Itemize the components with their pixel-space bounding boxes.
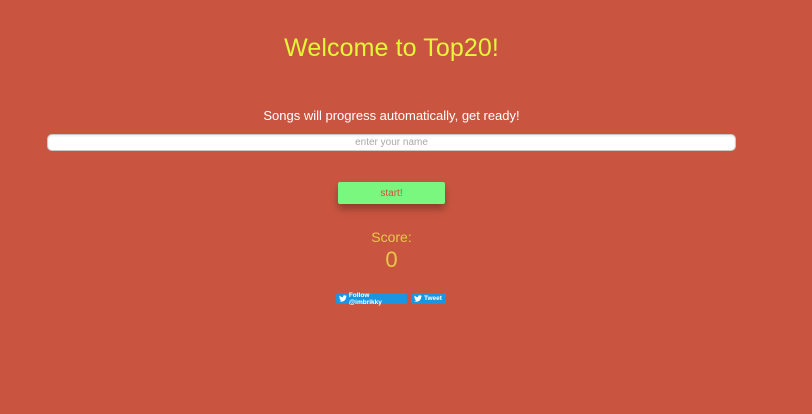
score-value: 0 — [385, 247, 398, 272]
follow-label: Follow @imbrikky — [348, 291, 382, 306]
tweet-label: Tweet — [424, 295, 442, 302]
instructions-text: Songs will progress automatically, get r… — [263, 108, 520, 123]
name-input[interactable] — [47, 134, 736, 151]
score-label: Score: — [371, 229, 412, 245]
twitter-bird-icon — [414, 295, 422, 302]
twitter-follow-button[interactable]: Follow @imbrikky — [336, 291, 407, 306]
tweet-button[interactable]: Tweet — [411, 293, 446, 304]
page-title: Welcome to Top20! — [284, 34, 499, 62]
start-button[interactable]: start! — [338, 182, 445, 204]
twitter-bird-icon — [339, 295, 347, 302]
social-buttons: Follow @imbrikky Tweet — [336, 291, 446, 306]
page: Welcome to Top20! Songs will progress au… — [0, 0, 812, 414]
